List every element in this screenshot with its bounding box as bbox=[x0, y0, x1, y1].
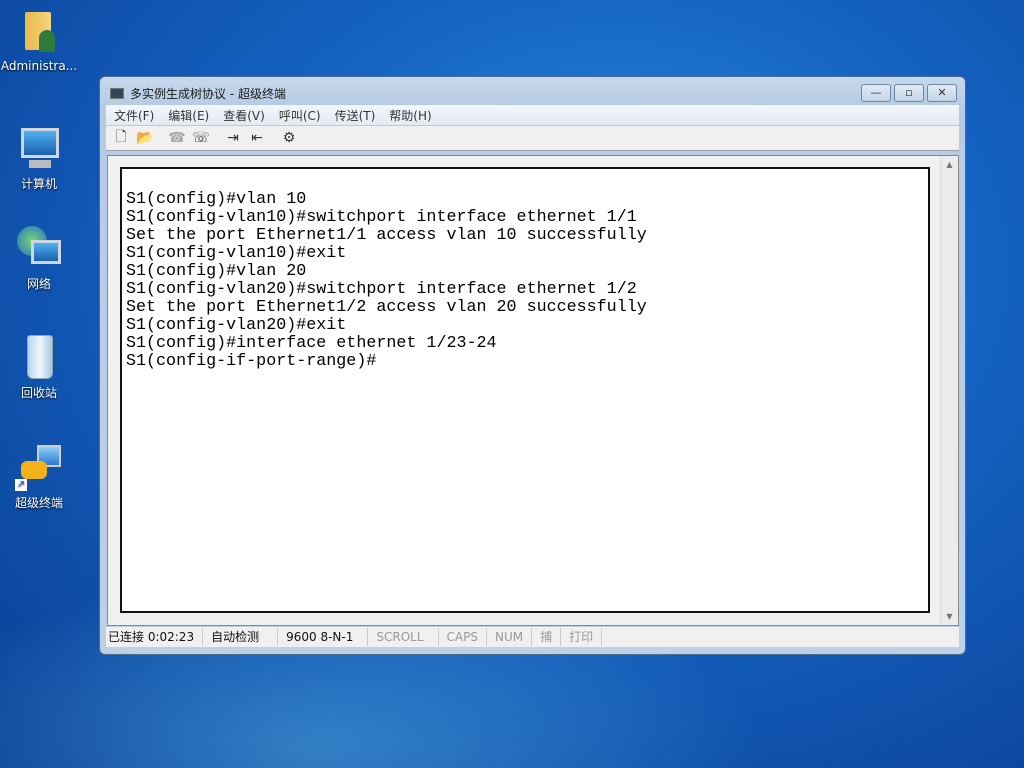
status-baud: 9600 8-N-1 bbox=[278, 628, 369, 646]
properties-icon[interactable]: ⚙ bbox=[280, 130, 298, 146]
terminal-screen[interactable]: S1(config)#vlan 10 S1(config-vlan10)#swit… bbox=[120, 167, 930, 613]
recycle-bin-icon bbox=[15, 333, 63, 381]
send-file-icon[interactable]: ⇥ bbox=[224, 130, 242, 146]
desktop-icon-hyperterminal[interactable]: ↗ 超级终端 bbox=[0, 443, 78, 511]
desktop-icon-administrator[interactable]: Administra... bbox=[0, 8, 78, 73]
menu-transfer[interactable]: 传送(T) bbox=[335, 107, 376, 124]
menu-file[interactable]: 文件(F) bbox=[114, 107, 154, 124]
status-num: NUM bbox=[487, 628, 533, 646]
desktop-icon-network[interactable]: 网络 bbox=[0, 224, 78, 292]
terminal-line: Set the port Ethernet1/1 access vlan 10 … bbox=[126, 226, 647, 245]
terminal-line: S1(config)#vlan 10 bbox=[126, 190, 307, 209]
desktop-icon-label: 网络 bbox=[26, 277, 51, 291]
terminal-line: Set the port Ethernet1/2 access vlan 20 … bbox=[126, 298, 647, 317]
status-bar: 已连接 0:02:23 自动检测 9600 8-N-1 SCROLL CAPS … bbox=[106, 627, 959, 647]
receive-file-icon[interactable]: ⇤ bbox=[248, 130, 266, 146]
status-connected: 已连接 0:02:23 bbox=[106, 628, 204, 646]
terminal-line: S1(config-vlan10)#switchport interface e… bbox=[126, 208, 637, 227]
scroll-down-arrow-icon[interactable]: ▼ bbox=[941, 612, 958, 621]
status-scroll: SCROLL bbox=[368, 628, 439, 646]
menu-bar: 文件(F) 编辑(E) 查看(V) 呼叫(C) 传送(T) 帮助(H) bbox=[106, 105, 959, 125]
terminal-line: S1(config)#vlan 20 bbox=[126, 262, 307, 281]
desktop-icon-label: 回收站 bbox=[20, 386, 57, 400]
network-icon bbox=[15, 224, 63, 272]
terminal-area[interactable]: S1(config)#vlan 10 S1(config-vlan10)#swit… bbox=[107, 155, 959, 626]
computer-icon bbox=[15, 124, 63, 172]
terminal-line: S1(config-vlan10)#exit bbox=[126, 244, 347, 263]
desktop-icon-label: 计算机 bbox=[20, 177, 57, 191]
scroll-up-arrow-icon[interactable]: ▲ bbox=[941, 160, 958, 169]
status-capture: 捕 bbox=[532, 628, 562, 646]
open-folder-icon[interactable]: 📂 bbox=[136, 130, 154, 146]
desktop-icon-label: 超级终端 bbox=[14, 496, 63, 510]
terminal-line: S1(config-vlan20)#switchport interface e… bbox=[126, 280, 637, 299]
desktop-icon-label: Administra... bbox=[0, 59, 78, 73]
new-icon[interactable]: 🗋 bbox=[112, 126, 130, 150]
hyperterminal-window: 多实例生成树协议 - 超级终端 — ▫ ✕ 文件(F) 编辑(E) 查看(V) … bbox=[99, 76, 966, 655]
menu-help[interactable]: 帮助(H) bbox=[389, 107, 431, 124]
status-caps: CAPS bbox=[439, 628, 487, 646]
status-detect: 自动检测 bbox=[203, 628, 279, 646]
user-folder-icon bbox=[15, 8, 63, 56]
toolbar: 🗋 📂 ☎ ☏ ⇥ ⇤ ⚙ bbox=[106, 126, 959, 151]
desktop-icon-computer[interactable]: 计算机 bbox=[0, 124, 78, 192]
title-bar: 多实例生成树协议 - 超级终端 bbox=[110, 85, 286, 102]
maximize-button[interactable]: ▫ bbox=[894, 84, 924, 102]
disconnect-icon[interactable]: ☎ bbox=[168, 130, 186, 146]
terminal-line: S1(config-vlan20)#exit bbox=[126, 316, 347, 335]
window-title: 多实例生成树协议 - 超级终端 bbox=[130, 87, 286, 101]
desktop-icon-recycle-bin[interactable]: 回收站 bbox=[0, 333, 78, 401]
minimize-button[interactable]: — bbox=[861, 84, 891, 102]
close-button[interactable]: ✕ bbox=[927, 84, 957, 102]
terminal-line: S1(config)#interface ethernet 1/23-24 bbox=[126, 334, 497, 353]
menu-view[interactable]: 查看(V) bbox=[223, 107, 265, 124]
menu-edit[interactable]: 编辑(E) bbox=[168, 107, 209, 124]
call-icon[interactable]: ☏ bbox=[192, 130, 210, 146]
terminal-line: S1(config-if-port-range)# bbox=[126, 352, 377, 371]
vertical-scrollbar[interactable]: ▲ ▼ bbox=[940, 156, 958, 625]
terminal-output: S1(config)#vlan 10 S1(config-vlan10)#swit… bbox=[126, 191, 647, 371]
status-print: 打印 bbox=[561, 628, 603, 646]
menu-call[interactable]: 呼叫(C) bbox=[279, 107, 321, 124]
app-icon bbox=[110, 88, 124, 99]
hyperterminal-shortcut-icon: ↗ bbox=[15, 443, 63, 491]
